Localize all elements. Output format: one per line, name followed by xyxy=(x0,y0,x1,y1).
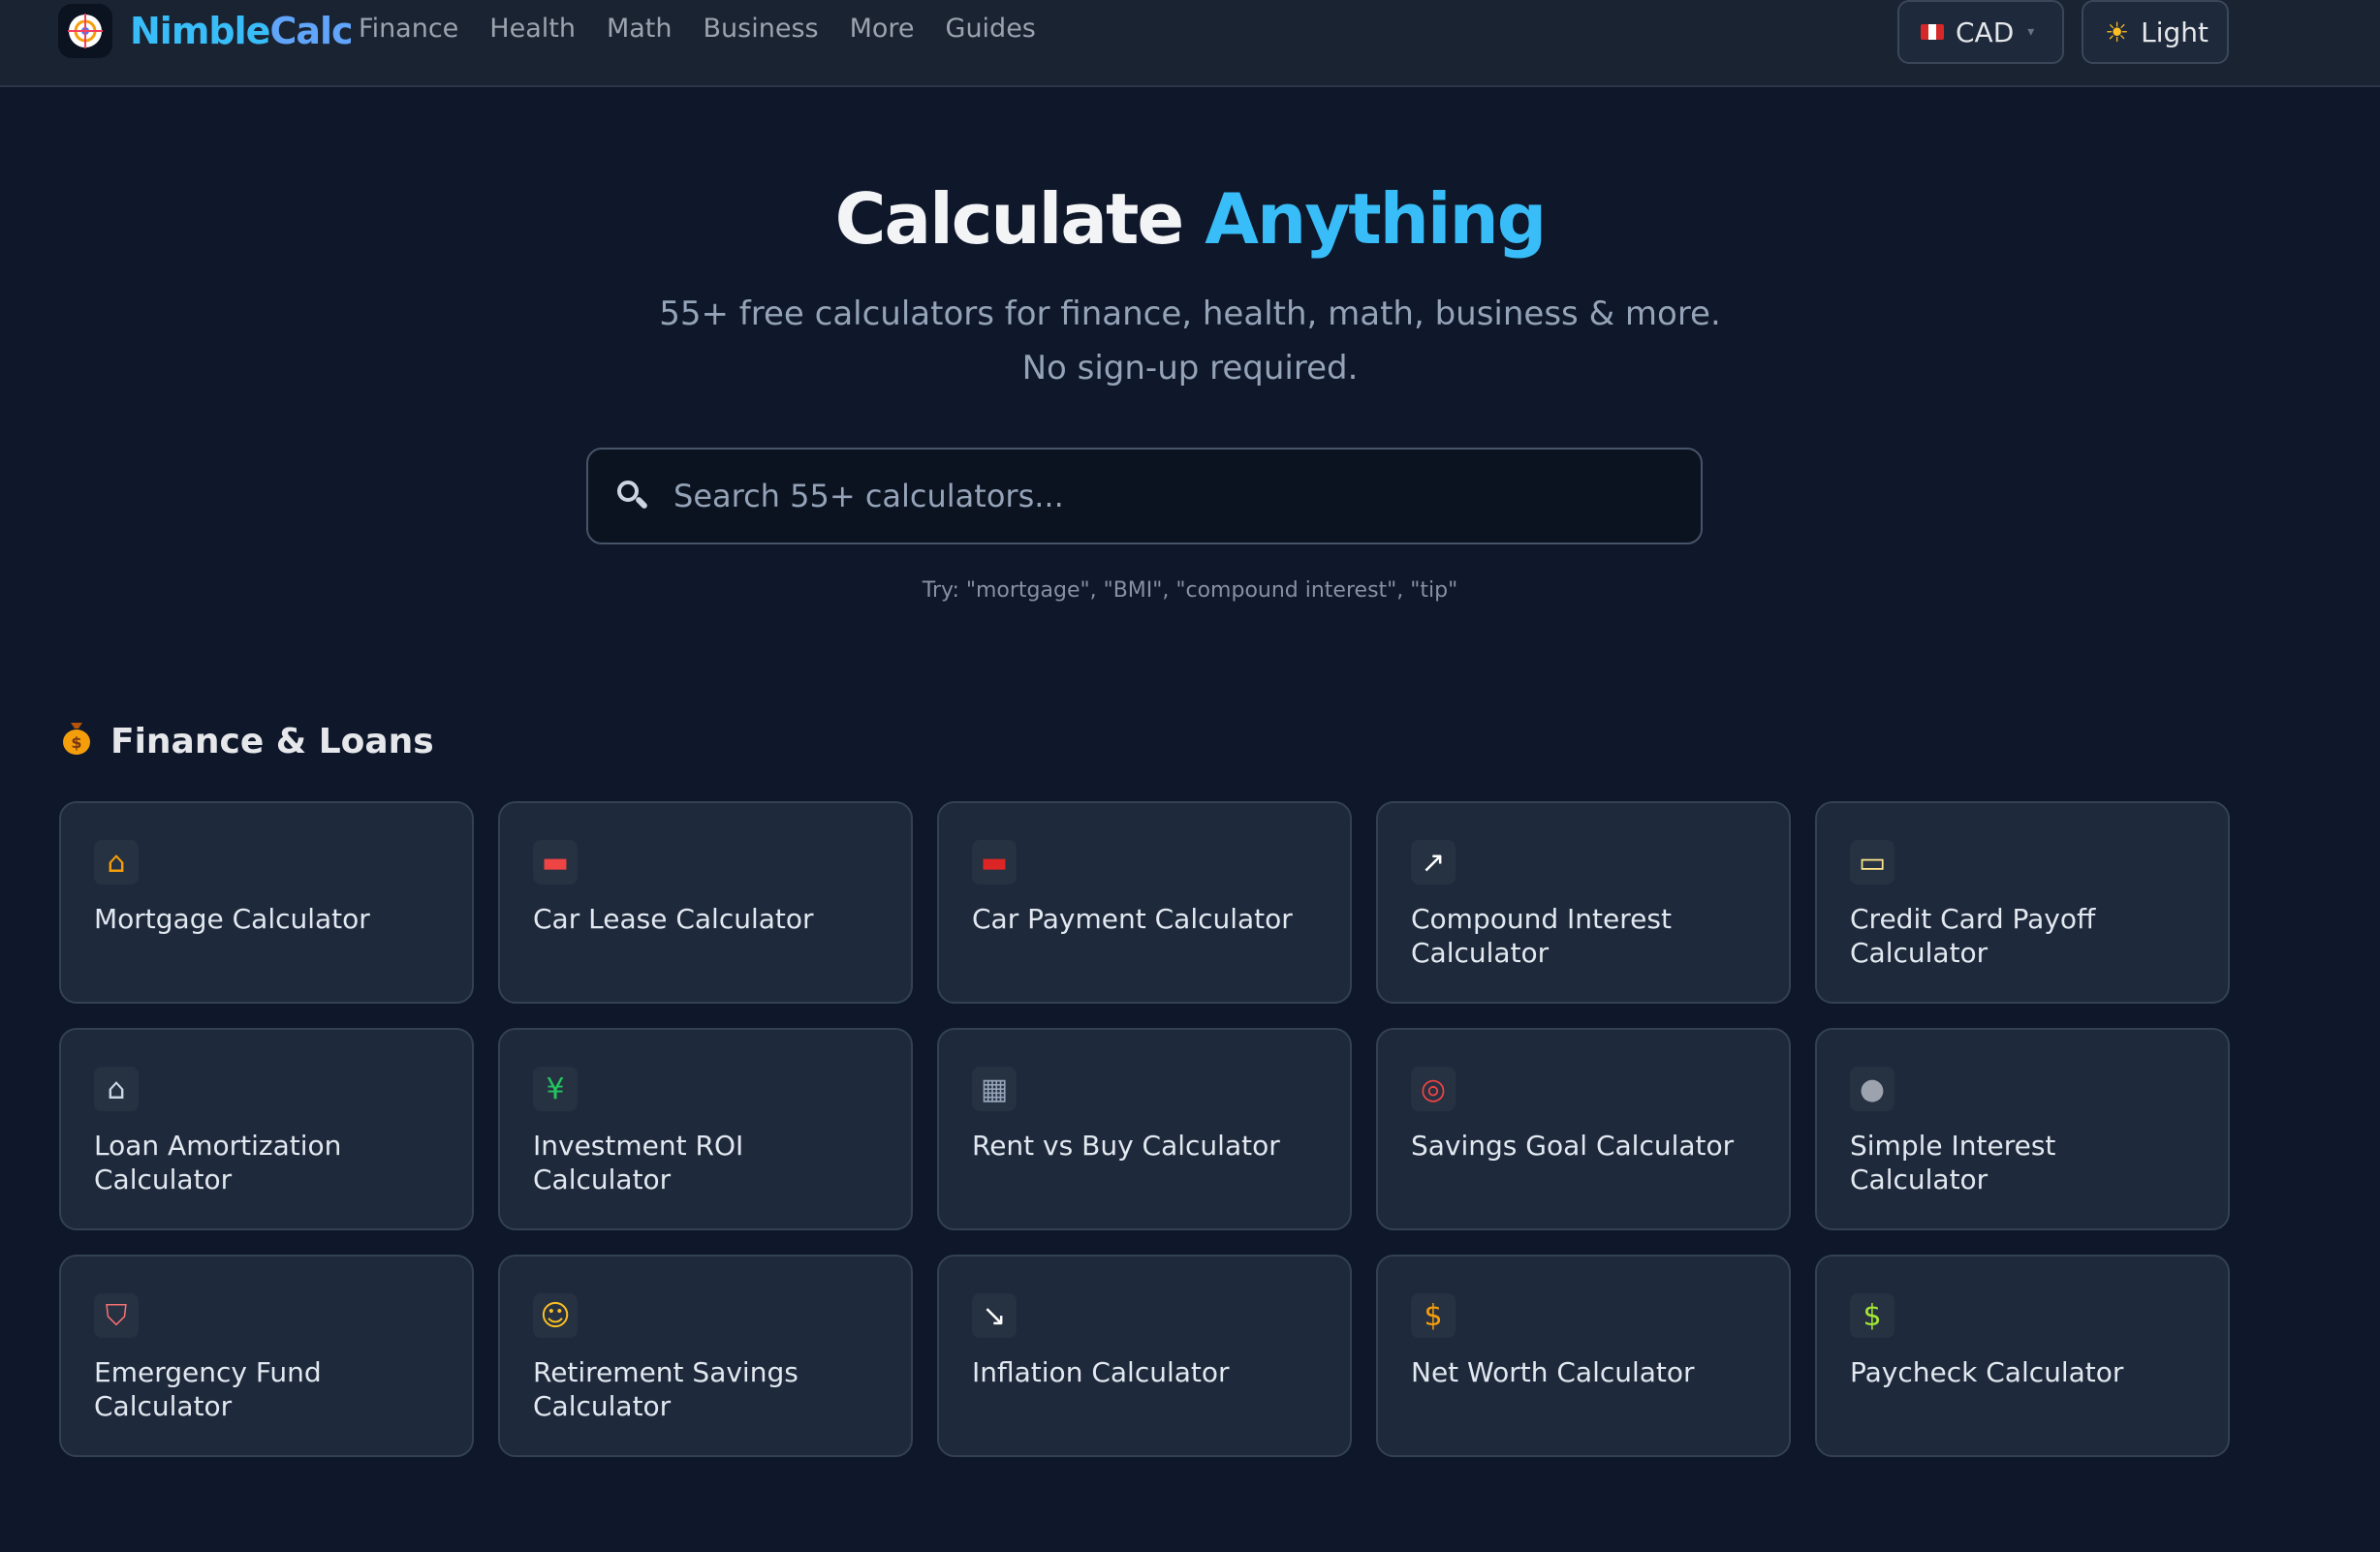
calculator-card[interactable]: ¥ Investment ROI Calculator xyxy=(498,1028,913,1230)
calculator-card-label: Retirement Savings Calculator xyxy=(533,1356,799,1422)
calculator-card[interactable]: ▦ Rent vs Buy Calculator xyxy=(937,1028,1352,1230)
calculator-card[interactable]: ⌂ Loan Amortization Calculator xyxy=(59,1028,474,1230)
calculator-card-label: Emergency Fund Calculator xyxy=(94,1356,322,1422)
car-front-icon: ▬ xyxy=(533,840,578,885)
credit-card-icon: ▭ xyxy=(1850,840,1895,885)
calculator-card-label: Rent vs Buy Calculator xyxy=(972,1130,1280,1162)
chevron-down-icon: ▾ xyxy=(2027,24,2035,40)
search-box[interactable] xyxy=(586,448,1703,544)
calculator-card-label: Loan Amortization Calculator xyxy=(94,1130,342,1195)
dollar-bill-icon: $ xyxy=(1850,1293,1895,1338)
calculator-card[interactable]: ↘ Inflation Calculator xyxy=(937,1255,1352,1457)
nav-link-business[interactable]: Business xyxy=(704,14,819,44)
calculator-card-label: Car Lease Calculator xyxy=(533,903,814,935)
calculator-card[interactable]: ● Simple Interest Calculator xyxy=(1815,1028,2230,1230)
calculator-card[interactable]: ▬ Car Payment Calculator xyxy=(937,801,1352,1004)
car-icon: ▬ xyxy=(972,840,1017,885)
calculator-card[interactable]: ☺ Retirement Savings Calculator xyxy=(498,1255,913,1457)
hero-title-accent: Anything xyxy=(1205,178,1547,260)
calculator-card-label: Paycheck Calculator xyxy=(1850,1356,2124,1388)
chart-down-icon: ↘ xyxy=(972,1293,1017,1338)
coin-icon: ● xyxy=(1850,1067,1895,1111)
calculator-card-label: Net Worth Calculator xyxy=(1411,1356,1695,1388)
brand-name: NimbleCalc xyxy=(130,10,354,52)
calculator-card-label: Credit Card Payoff Calculator xyxy=(1850,903,2096,969)
section-title-finance-loans: $ Finance & Loans xyxy=(60,719,434,764)
hero-section: Calculate Anything 55+ free calculators … xyxy=(0,89,2380,603)
calculator-card-label: Mortgage Calculator xyxy=(94,903,370,935)
hero-title: Calculate Anything xyxy=(0,178,2380,260)
calculator-card[interactable]: ↗ Compound Interest Calculator xyxy=(1376,801,1791,1004)
currency-selector[interactable]: CAD ▾ xyxy=(1897,0,2064,64)
calculator-card[interactable]: $ Net Worth Calculator xyxy=(1376,1255,1791,1457)
calculator-card[interactable]: $ Paycheck Calculator xyxy=(1815,1255,2230,1457)
nav-link-more[interactable]: More xyxy=(850,14,915,44)
nav-link-health[interactable]: Health xyxy=(489,14,576,44)
search-input[interactable] xyxy=(672,477,1672,515)
calculator-card[interactable]: ⌂ Mortgage Calculator xyxy=(59,801,474,1004)
top-navigation-bar: NimbleCalc Finance Health Math Business … xyxy=(0,0,2380,87)
currency-label: CAD xyxy=(1956,16,2015,48)
hero-title-main: Calculate xyxy=(834,178,1185,260)
svg-text:$: $ xyxy=(71,733,81,752)
search-icon xyxy=(617,481,649,512)
chart-up-icon: ↗ xyxy=(1411,840,1456,885)
calculator-card[interactable]: ▭ Credit Card Payoff Calculator xyxy=(1815,801,2230,1004)
canada-flag-icon xyxy=(1921,24,1944,40)
money-bag-icon: $ xyxy=(60,719,93,764)
brand-home-link[interactable]: NimbleCalc xyxy=(58,4,354,58)
calculator-card-label: Inflation Calculator xyxy=(972,1356,1230,1388)
theme-toggle-label: Light xyxy=(2141,16,2208,48)
shield-icon: ⛉ xyxy=(94,1293,139,1338)
calculator-card[interactable]: ⛉ Emergency Fund Calculator xyxy=(59,1255,474,1457)
search-hint: Try: "mortgage", "BMI", "compound intere… xyxy=(922,578,1458,603)
hero-subtitle: 55+ free calculators for finance, health… xyxy=(659,295,1721,388)
bank-icon: ⌂ xyxy=(94,1067,139,1111)
brand-logo-icon xyxy=(58,4,112,58)
nav-link-math[interactable]: Math xyxy=(607,14,673,44)
yen-chart-icon: ¥ xyxy=(533,1067,578,1111)
sun-icon: ☀ xyxy=(2105,16,2130,48)
calculator-card-label: Investment ROI Calculator xyxy=(533,1130,744,1195)
calculator-card[interactable]: ◎ Savings Goal Calculator xyxy=(1376,1028,1791,1230)
calculator-card[interactable]: ▬ Car Lease Calculator xyxy=(498,801,913,1004)
nav-link-guides[interactable]: Guides xyxy=(946,14,1036,44)
office-building-icon: ▦ xyxy=(972,1067,1017,1111)
calculator-grid: ⌂ Mortgage Calculator ▬ Car Lease Calculato… xyxy=(59,801,2230,1457)
nav-link-finance[interactable]: Finance xyxy=(359,14,458,44)
older-person-icon: ☺ xyxy=(533,1293,578,1338)
calculator-card-label: Car Payment Calculator xyxy=(972,903,1293,935)
calculator-card-label: Savings Goal Calculator xyxy=(1411,1130,1735,1162)
brand-name-part1: Nimble xyxy=(130,10,270,52)
calculator-card-label: Compound Interest Calculator xyxy=(1411,903,1672,969)
target-icon: ◎ xyxy=(1411,1067,1456,1111)
main-nav: Finance Health Math Business More Guides xyxy=(359,14,1036,44)
money-bag-icon: $ xyxy=(1411,1293,1456,1338)
house-icon: ⌂ xyxy=(94,840,139,885)
theme-toggle-button[interactable]: ☀ Light xyxy=(2082,0,2229,64)
calculator-card-label: Simple Interest Calculator xyxy=(1850,1130,2056,1195)
brand-name-part2: Calc xyxy=(269,10,353,52)
section-title-text: Finance & Loans xyxy=(110,722,434,761)
